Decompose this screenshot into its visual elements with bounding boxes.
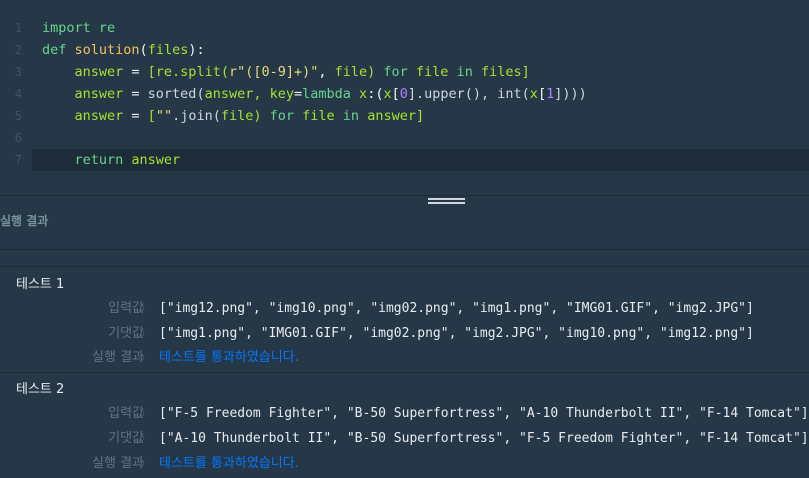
line-number: 3 (14, 65, 22, 79)
test-2-result-row: 실행 결과 〉 테스트를 통과하였습니다. (0, 452, 809, 476)
line-number: 4 (14, 87, 22, 101)
code-token: in (456, 64, 481, 80)
code-token: = (131, 86, 148, 102)
result-header-title: 실행 결과 (0, 214, 49, 228)
code-token: sorted( (147, 86, 205, 102)
line-number: 6 (14, 131, 22, 145)
chevron-right-icon: 〉 (140, 327, 151, 340)
code-token: file (302, 108, 343, 124)
code-token: = (294, 86, 303, 102)
test-2-title: 테스트 2 (16, 382, 65, 397)
code-line[interactable]: 1 import re (0, 17, 809, 39)
code-token: for (269, 108, 303, 124)
code-token: file (415, 64, 457, 80)
code-token: x (359, 86, 368, 102)
code-text: answer = ["".join(file) for file in answ… (42, 105, 425, 127)
code-token: [ (537, 86, 547, 102)
code-token: r"([0-9]+)" (228, 64, 319, 80)
code-text: def solution(files): (42, 39, 205, 61)
code-token: key (269, 86, 294, 102)
code-token: answer] (367, 108, 425, 124)
input-label: 입력값 (108, 406, 144, 421)
test-1-result-row: 실행 결과 〉 테스트를 통과하였습니다. (0, 346, 809, 370)
code-token: files (147, 42, 189, 58)
code-token: files] (480, 64, 530, 80)
code-token: solution (74, 42, 140, 58)
code-line[interactable]: 4 answer = sorted(answer, key=lambda x:(… (0, 83, 809, 105)
code-line[interactable]: 2 def solution(files): (0, 39, 809, 61)
code-token: answer, (204, 86, 270, 102)
code-line[interactable]: 7 return answer (0, 149, 809, 171)
chevron-right-icon: 〉 (140, 432, 151, 445)
input-value: ["F-5 Freedom Fighter", "B-50 Superfortr… (159, 406, 809, 421)
line-number: 7 (14, 153, 22, 167)
expected-value: ["img1.png", "IMG01.GIF", "img02.png", "… (159, 326, 754, 341)
pass-message: 테스트를 통과하였습니다. (159, 456, 299, 471)
test-1-title: 테스트 1 (16, 277, 65, 292)
code-text: answer = [re.split(r"([0-9]+)", file) fo… (42, 61, 530, 83)
line-number: 1 (14, 21, 22, 35)
test-2-expected-row: 기댓값 〉 ["A-10 Thunderbolt II", "B-50 Supe… (0, 427, 809, 451)
editor-divider (0, 195, 809, 196)
chevron-right-icon: 〉 (140, 351, 151, 364)
test-separator (0, 372, 809, 373)
code-token: [re.split( (147, 64, 229, 80)
code-token: ]))) (554, 86, 587, 102)
code-token: ): (188, 42, 205, 58)
test-results: 테스트 1 입력값 〉 ["img12.png", "img10.png", "… (0, 266, 809, 478)
code-token: answer (42, 108, 132, 124)
code-token: file) (220, 108, 270, 124)
code-token: lambda (302, 86, 360, 102)
chevron-right-icon: 〉 (140, 302, 151, 315)
input-value: ["img12.png", "img10.png", "img02.png", … (159, 301, 754, 316)
code-line[interactable]: 3 answer = [re.split(r"([0-9]+)", file) … (0, 61, 809, 83)
code-line[interactable]: 6 (0, 127, 809, 149)
code-token: answer (42, 64, 132, 80)
code-editor[interactable]: 1 import re 2 def solution(files): 3 answer … (0, 0, 809, 195)
expected-value: ["A-10 Thunderbolt II", "B-50 Superfortr… (159, 431, 809, 446)
chevron-right-icon: 〉 (140, 407, 151, 420)
code-token: file) (334, 64, 384, 80)
code-token: import re (42, 20, 116, 36)
code-token: [ (391, 86, 400, 102)
test-1-expected-row: 기댓값 〉 ["img1.png", "IMG01.GIF", "img02.p… (0, 322, 809, 346)
code-token: :( (367, 86, 384, 102)
code-token: = (131, 64, 148, 80)
code-token: 0 (399, 86, 408, 102)
code-text: return answer (42, 149, 181, 171)
code-token: return (42, 152, 132, 168)
code-token: in (342, 108, 368, 124)
expected-label: 기댓값 (108, 431, 144, 446)
result-header-divider (0, 249, 809, 250)
code-token: "" (155, 108, 173, 124)
test-1-input-row: 입력값 〉 ["img12.png", "img10.png", "img02.… (0, 297, 809, 321)
code-token: x (529, 86, 538, 102)
code-line[interactable]: 5 answer = ["".join(file) for file in an… (0, 105, 809, 127)
code-token: , (318, 64, 335, 80)
code-token: ( (139, 42, 148, 58)
pass-message: 테스트를 통과하였습니다. (159, 350, 299, 365)
test-2-input-row: 입력값 〉 ["F-5 Freedom Fighter", "B-50 Supe… (0, 402, 809, 426)
code-token: answer (131, 152, 181, 168)
code-token: for (383, 64, 416, 80)
chevron-right-icon: 〉 (140, 457, 151, 470)
result-panel-header: 실행 결과 (0, 210, 809, 250)
code-text: import re (42, 17, 115, 39)
code-token: def (42, 42, 75, 58)
line-number: 5 (14, 109, 22, 123)
result-label: 실행 결과 (92, 350, 144, 365)
code-token: x (383, 86, 392, 102)
code-token: [ (147, 108, 156, 124)
expected-label: 기댓값 (108, 326, 144, 341)
code-token: 1 (546, 86, 555, 102)
input-label: 입력값 (108, 301, 144, 316)
code-token: answer (42, 86, 132, 102)
code-token: .join( (172, 108, 221, 124)
code-token: ].upper(), int( (407, 86, 530, 102)
code-token: = (131, 108, 148, 124)
result-label: 실행 결과 (92, 456, 144, 471)
line-number: 2 (14, 43, 22, 57)
resize-handle-icon[interactable] (428, 198, 465, 210)
code-text: answer = sorted(answer, key=lambda x:(x[… (42, 83, 587, 105)
